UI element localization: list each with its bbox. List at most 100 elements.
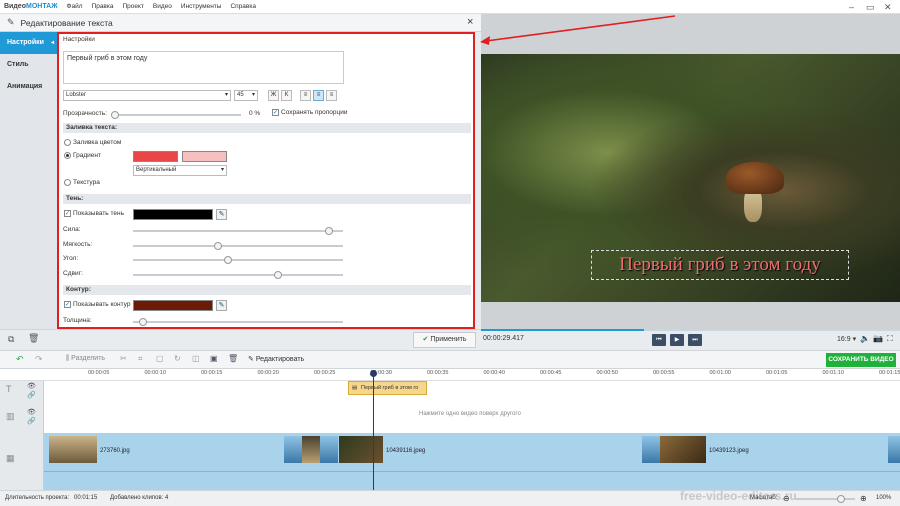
text-clip[interactable]: ▤ Первый гриб в этом го <box>348 381 427 395</box>
zoom-slider[interactable] <box>795 495 855 503</box>
link-icon[interactable]: 🔗 <box>27 417 36 425</box>
delete-icon[interactable]: 🗑 <box>228 354 238 363</box>
zoom-out-icon[interactable]: ⊖ <box>783 491 790 506</box>
softness-slider[interactable] <box>133 242 343 250</box>
ruler-tick: 00:00:15 <box>201 370 223 376</box>
text-track-icon: T <box>6 384 12 394</box>
slider-knob[interactable] <box>325 227 333 235</box>
tab-animation[interactable]: Анимация <box>0 76 57 98</box>
transition-thumbnail[interactable] <box>888 436 900 463</box>
gradient-color-2[interactable] <box>182 151 227 162</box>
tab-style[interactable]: Стиль <box>0 54 57 76</box>
slider-knob[interactable] <box>214 242 222 250</box>
playhead[interactable] <box>373 372 374 490</box>
volume-icon[interactable]: 🔈 <box>860 334 870 343</box>
next-button[interactable]: ⏭ <box>688 334 702 346</box>
eyedropper-icon[interactable]: ✎ <box>216 209 227 220</box>
menu-help[interactable]: Справка <box>230 3 256 10</box>
menu-file[interactable]: Файл <box>67 3 83 10</box>
thickness-slider[interactable] <box>133 318 343 326</box>
save-video-button[interactable]: СОХРАНИТЬ ВИДЕО <box>826 353 896 367</box>
eyedropper-icon[interactable]: ✎ <box>216 300 227 311</box>
opacity-slider[interactable] <box>111 111 241 119</box>
prev-button[interactable]: ⏮ <box>652 334 666 346</box>
show-shadow-checkbox[interactable]: ✓ Показывать тень <box>64 210 124 217</box>
ruler-tick: 00:00:25 <box>314 370 336 376</box>
slider-knob[interactable] <box>139 318 147 326</box>
camera-icon[interactable]: 📷 <box>873 334 883 343</box>
aspect-ratio-select[interactable]: 16:9 ▾ <box>837 335 856 343</box>
split-button[interactable]: ⫼ Разделить <box>66 355 105 363</box>
cut-icon[interactable]: ✂ <box>120 354 127 363</box>
tab-settings[interactable]: Настройки ◂ <box>0 32 57 54</box>
font-select[interactable]: Lobster ▾ <box>63 90 231 101</box>
save-frame-icon[interactable]: ▣ <box>210 354 218 363</box>
redo-icon[interactable]: ↷ <box>35 354 43 365</box>
overlay-text[interactable]: Первый гриб в этом году <box>591 250 849 280</box>
gradient-radio[interactable]: Градиент <box>64 152 101 159</box>
slider-knob[interactable] <box>111 111 119 119</box>
menu-video[interactable]: Видео <box>153 3 172 10</box>
link-icon[interactable]: 🔗 <box>27 391 36 399</box>
trash-icon[interactable]: 🗑 <box>28 333 39 344</box>
minimize-icon[interactable]: – <box>849 2 854 12</box>
clip-thumbnail[interactable] <box>339 436 383 463</box>
menu-edit[interactable]: Правка <box>92 3 114 10</box>
apply-button[interactable]: ✔ Применить <box>413 332 476 348</box>
fill-color-radio[interactable]: Заливка цветом <box>64 139 121 146</box>
frame-icon[interactable]: ▢ <box>156 354 164 363</box>
transition-thumbnail[interactable] <box>642 436 660 463</box>
fullscreen-icon[interactable]: ⛶ <box>887 334 893 344</box>
texture-radio[interactable]: Текстура <box>64 179 100 186</box>
close-window-icon[interactable]: ✕ <box>884 2 892 13</box>
undo-icon[interactable]: ↶ <box>16 354 24 365</box>
italic-button[interactable]: К <box>281 90 292 101</box>
timeline-ruler[interactable]: 00:00:05 00:00:10 00:00:15 00:00:20 00:00:25… <box>0 369 900 381</box>
dialog-close-button[interactable]: × <box>467 16 473 28</box>
duration-label: Длительность проекта: <box>5 495 70 501</box>
size-select[interactable]: 45 ▾ <box>234 90 258 101</box>
bold-button[interactable]: Ж <box>268 90 279 101</box>
menu-project[interactable]: Проект <box>123 3 144 10</box>
keep-proportions-checkbox[interactable]: ✓ Сохранять пропорции <box>272 109 347 116</box>
clip-thumbnail[interactable] <box>302 436 320 463</box>
slider-knob[interactable] <box>837 495 845 503</box>
align-center-button[interactable]: ≡ <box>313 90 324 101</box>
offset-label: Сдвиг: <box>63 270 83 277</box>
shadow-color-swatch[interactable] <box>133 209 213 220</box>
align-right-button[interactable]: ≡ <box>326 90 337 101</box>
edit-button[interactable]: ✎ Редактировать <box>248 355 304 363</box>
eye-icon[interactable]: 👁 <box>27 382 36 390</box>
slider-knob[interactable] <box>224 256 232 264</box>
eye-icon[interactable]: 👁 <box>27 408 36 416</box>
slider-knob[interactable] <box>274 271 282 279</box>
video-track-icon: ▦ <box>6 453 15 463</box>
playhead-handle[interactable] <box>370 370 377 377</box>
angle-slider[interactable] <box>133 256 343 264</box>
maximize-icon[interactable]: ▭ <box>866 2 875 13</box>
dialog-title: Редактирование текста <box>20 17 113 28</box>
progress-bar[interactable] <box>481 329 900 331</box>
zoom-in-icon[interactable]: ⊕ <box>860 491 867 506</box>
rotate-icon[interactable]: ↻ <box>174 354 181 363</box>
edit-text-icon: ✎ <box>7 17 15 27</box>
play-button[interactable]: ▶ <box>670 334 684 346</box>
filter-icon[interactable]: ◫ <box>192 354 200 363</box>
timeline-toolbar: ↶ ↷ ⫼ Разделить ✂ ⌗ ▢ ↻ ◫ ▣ 🗑 ✎ Редактир… <box>0 350 900 369</box>
outline-color-swatch[interactable] <box>133 300 213 311</box>
menu-tools[interactable]: Инструменты <box>181 3 222 10</box>
transition-thumbnail[interactable] <box>320 436 338 463</box>
gradient-direction-select[interactable]: Вертикальный ▾ <box>133 165 227 176</box>
align-left-button[interactable]: ≡ <box>300 90 311 101</box>
text-input[interactable]: Первый гриб в этом году <box>63 51 344 84</box>
audio-track[interactable] <box>44 471 900 490</box>
gradient-color-1[interactable] <box>133 151 178 162</box>
crop-icon[interactable]: ⌗ <box>138 354 143 364</box>
copy-icon[interactable]: ⧉ <box>8 334 14 345</box>
show-outline-checkbox[interactable]: ✓ Показывать контур <box>64 301 130 308</box>
clip-thumbnail[interactable] <box>49 436 97 463</box>
transition-thumbnail[interactable] <box>284 436 302 463</box>
clip-thumbnail[interactable] <box>660 436 706 463</box>
offset-slider[interactable] <box>133 271 343 279</box>
strength-slider[interactable] <box>133 227 343 235</box>
